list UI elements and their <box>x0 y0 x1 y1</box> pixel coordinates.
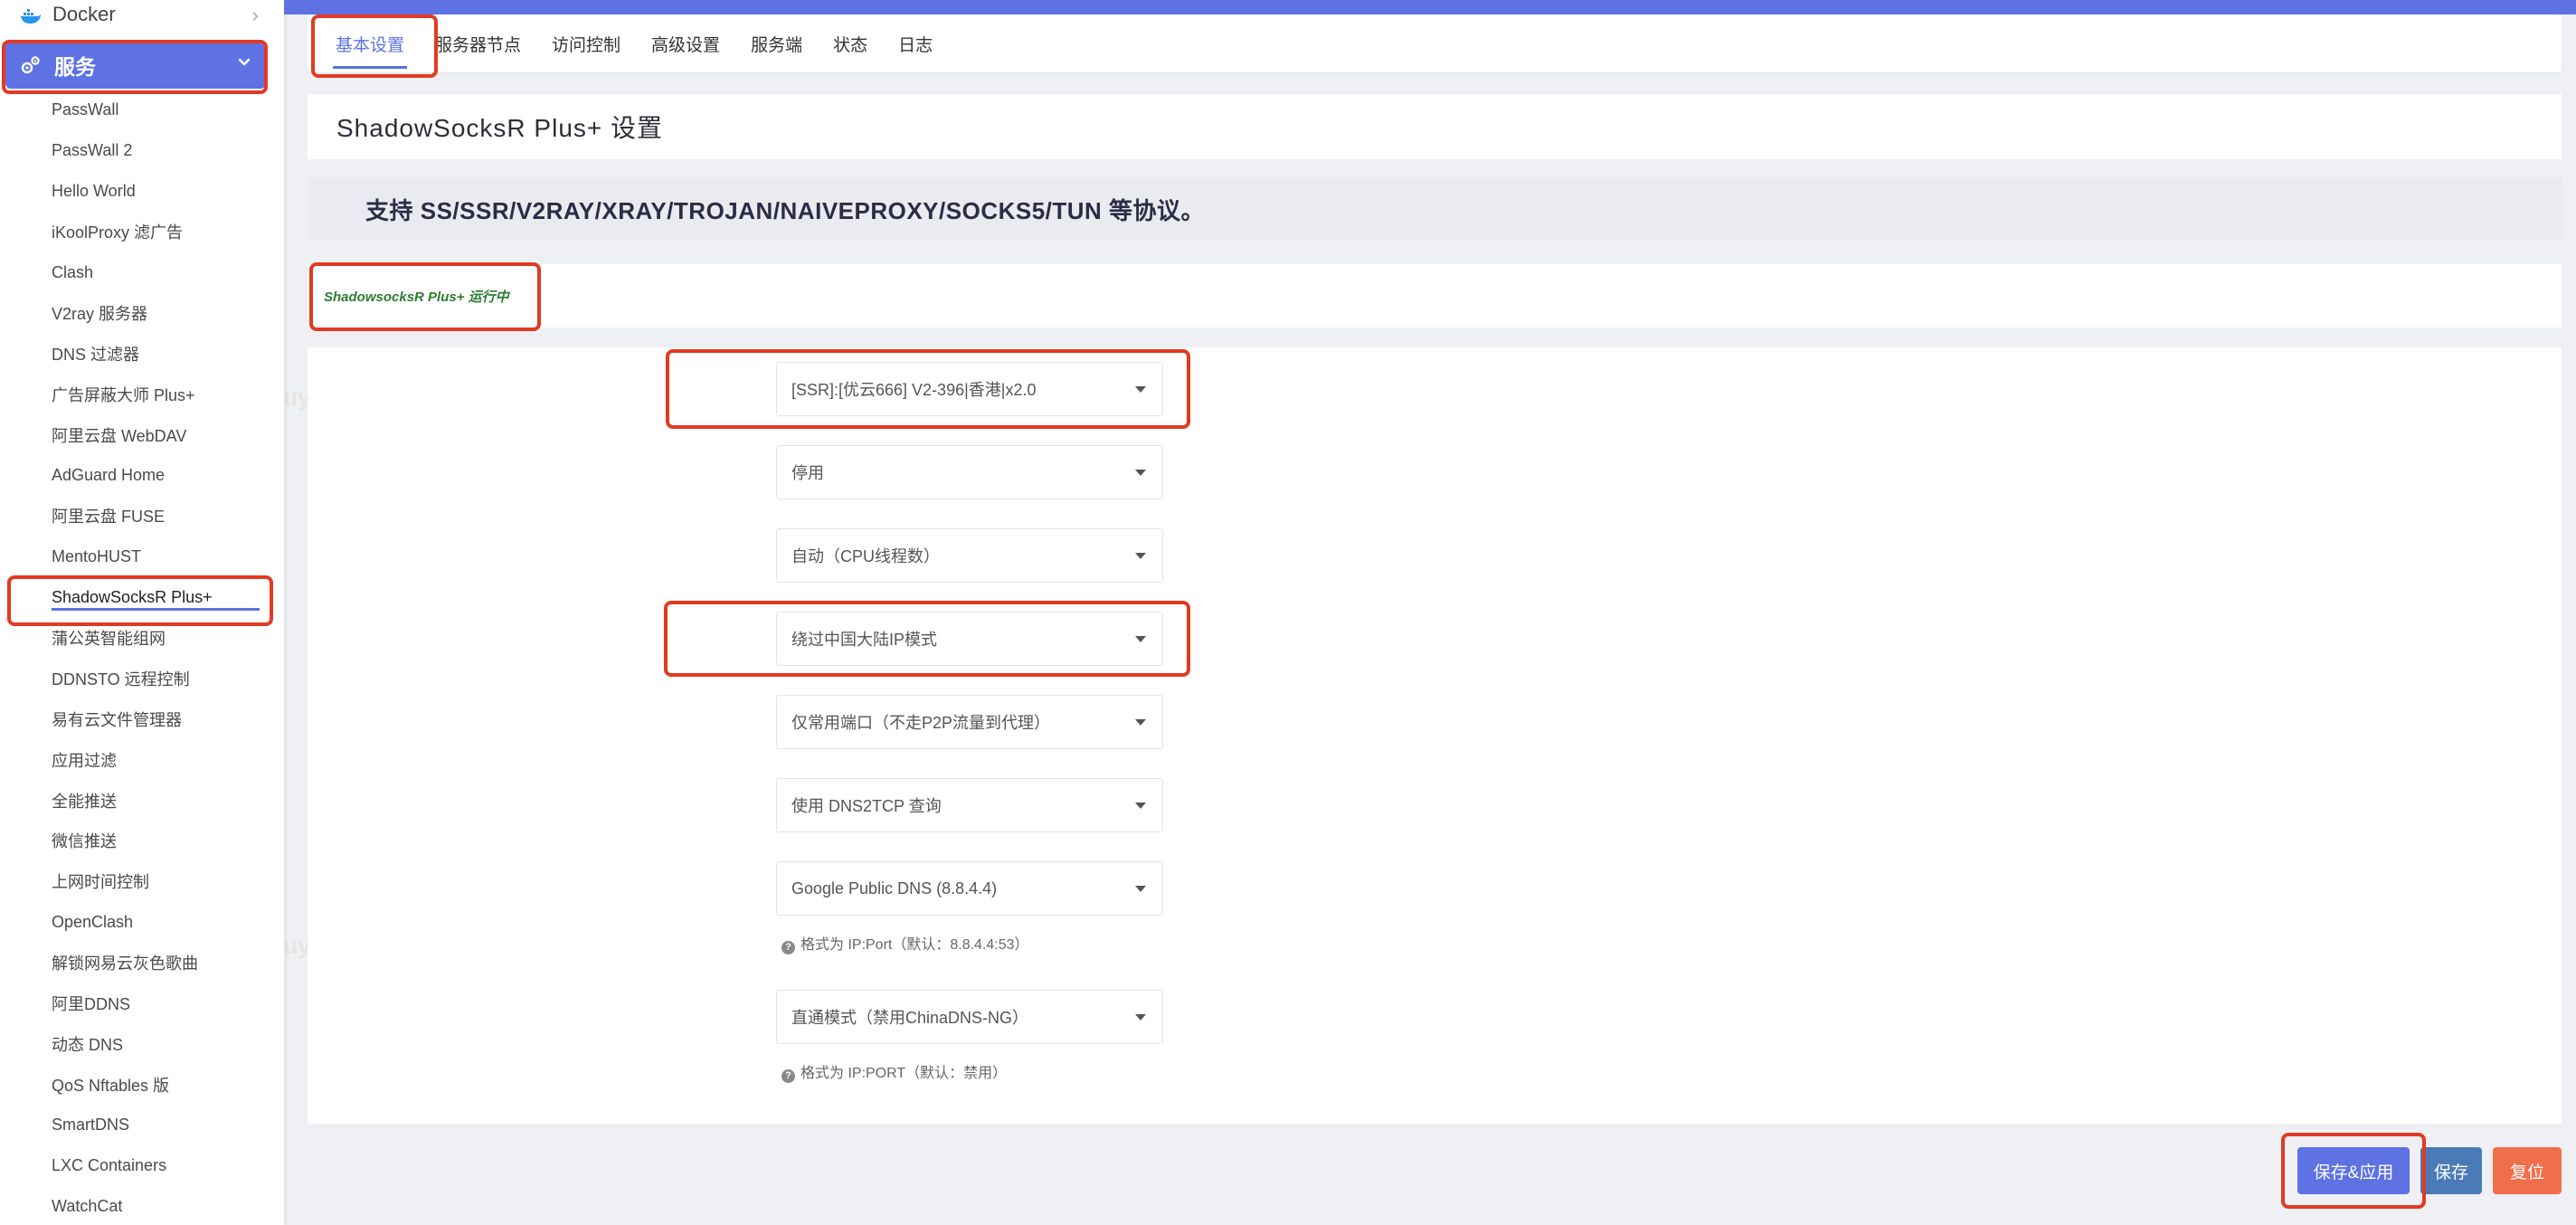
tab-basic-settings[interactable]: 基本设置 <box>320 14 420 72</box>
form-row-udp-relay: 游戏模式UDP中继服务器 停用 <box>308 445 1302 499</box>
sidebar-item-docker[interactable]: Docker › <box>0 0 271 29</box>
sidebar-item-linkease[interactable]: 易有云文件管理器 <box>0 698 284 739</box>
foreign-dns-hint: ? 格式为 IP:Port（默认：8.8.4.4:53） <box>781 932 1029 954</box>
sidebar-item-ddnsto[interactable]: DDNSTO 远程控制 <box>0 658 284 698</box>
sidebar-item-wechat-push[interactable]: 微信推送 <box>0 821 284 861</box>
udp-relay-value: 停用 <box>791 464 824 482</box>
save-apply-button[interactable]: 保存&应用 <box>2297 1147 2410 1194</box>
form-row-proxy-ports: 需要代理的端口 仅常用端口（不走P2P流量到代理） <box>308 695 1302 749</box>
sidebar-item-passwall[interactable]: PassWall <box>0 90 284 130</box>
help-icon: ? <box>781 941 795 954</box>
services-icon <box>20 54 42 76</box>
form-row-main-server: 主服务器 [SSR]:[优云666] V2-396|香港|x2.0 <box>308 362 1302 416</box>
sidebar-item-label: Docker <box>52 3 116 25</box>
sidebar-item-ali-ddns[interactable]: 阿里DDNS <box>0 983 284 1024</box>
main-server-select[interactable]: [SSR]:[优云666] V2-396|香港|x2.0 <box>776 362 1163 416</box>
form-row-foreign-dns: 访问国外域名DNS服务器 Google Public DNS (8.8.4.4) <box>308 861 1302 916</box>
domestic-dns-hint: ? 格式为 IP:PORT（默认：禁用） <box>781 1060 1007 1083</box>
sidebar-item-time-control[interactable]: 上网时间控制 <box>0 861 284 902</box>
domestic-dns-value: 直通模式（禁用ChinaDNS-NG） <box>791 1009 1029 1027</box>
dropdown-caret-icon <box>1135 719 1146 726</box>
run-mode-value: 绕过中国大陆IP模式 <box>791 631 938 649</box>
sidebar-item-lxc-containers[interactable]: LXC Containers <box>0 1145 284 1186</box>
tab-status[interactable]: 状态 <box>818 14 883 72</box>
sidebar-item-dns-filter[interactable]: DNS 过滤器 <box>0 333 284 374</box>
threads-select[interactable]: 自动（CPU线程数） <box>776 528 1163 583</box>
status-row: ShadowsocksR Plus+ 运行中 <box>308 264 2562 328</box>
sidebar-item-app-filter[interactable]: 应用过滤 <box>0 739 284 780</box>
foreign-dns-hint-text: 格式为 IP:Port（默认：8.8.4.4:53） <box>800 937 1029 953</box>
sidebar-item-services[interactable]: 服务 <box>5 42 266 89</box>
running-status: ShadowsocksR Plus+ 运行中 <box>324 289 509 305</box>
sidebar-item-aliyun-webdav[interactable]: 阿里云盘 WebDAV <box>0 414 284 455</box>
sidebar-item-shadowsocksr-plus[interactable]: ShadowSocksR Plus+ <box>0 577 284 618</box>
proxy-ports-select[interactable]: 仅常用端口（不走P2P流量到代理） <box>776 695 1163 749</box>
sidebar-item-watchcat[interactable]: WatchCat <box>0 1186 284 1225</box>
tab-advanced-settings[interactable]: 高级设置 <box>636 14 735 72</box>
run-mode-select[interactable]: 绕过中国大陆IP模式 <box>776 612 1163 666</box>
sidebar-item-adguard-home[interactable]: AdGuard Home <box>0 455 284 496</box>
main-server-value: [SSR]:[优云666] V2-396|香港|x2.0 <box>791 381 1037 399</box>
threads-value: 自动（CPU线程数） <box>791 547 941 565</box>
sidebar-item-hello-world[interactable]: Hello World <box>0 171 284 212</box>
chevron-right-icon: › <box>251 4 259 26</box>
sidebar-item-pgyvpn[interactable]: 蒲公英智能组网 <box>0 618 284 659</box>
sidebar-item-aliyun-fuse[interactable]: 阿里云盘 FUSE <box>0 496 284 537</box>
dropdown-caret-icon <box>1135 1014 1146 1021</box>
domestic-dns-hint-text: 格式为 IP:PORT（默认：禁用） <box>800 1066 1008 1081</box>
sidebar-submenu: PassWall PassWall 2 Hello World iKoolPro… <box>0 90 284 1225</box>
sidebar-item-dynamic-dns[interactable]: 动态 DNS <box>0 1023 284 1064</box>
protocol-banner: 支持 SS/SSR/V2RAY/XRAY/TROJAN/NAIVEPROXY/S… <box>308 177 2562 241</box>
dropdown-caret-icon <box>1135 636 1146 642</box>
dropdown-caret-icon <box>1135 802 1146 809</box>
dns-mode-select[interactable]: 使用 DNS2TCP 查询 <box>776 778 1163 832</box>
dropdown-caret-icon <box>1135 553 1146 559</box>
sidebar-item-qos-nftables[interactable]: QoS Nftables 版 <box>0 1064 284 1105</box>
sidebar-item-openclash[interactable]: OpenClash <box>0 902 284 943</box>
dropdown-caret-icon <box>1135 470 1146 476</box>
foreign-dns-value: Google Public DNS (8.8.4.4) <box>791 878 998 897</box>
sidebar-item-clash[interactable]: Clash <box>0 252 284 293</box>
form-row-threads: 多线程并发转发 自动（CPU线程数） <box>308 528 1302 583</box>
domestic-dns-select[interactable]: 直通模式（禁用ChinaDNS-NG） <box>776 990 1163 1044</box>
sidebar-item-unblock-netease[interactable]: 解锁网易云灰色歌曲 <box>0 943 284 983</box>
sidebar: Docker › 服务 PassWall PassWall 2 Hello Wo… <box>0 0 284 1225</box>
top-header-bar <box>284 0 2576 14</box>
save-button[interactable]: 保存 <box>2420 1147 2482 1194</box>
sidebar-item-push-all[interactable]: 全能推送 <box>0 780 284 821</box>
help-icon: ? <box>781 1069 795 1083</box>
form-row-dns-mode: DNS解析方式 使用 DNS2TCP 查询 <box>308 778 1302 832</box>
tab-server-nodes[interactable]: 服务器节点 <box>420 14 536 72</box>
docker-icon <box>20 6 42 24</box>
sidebar-item-v2ray-server[interactable]: V2ray 服务器 <box>0 292 284 333</box>
sidebar-item-label: 服务 <box>54 55 96 79</box>
chevron-down-icon <box>235 52 253 71</box>
sidebar-item-smartdns[interactable]: SmartDNS <box>0 1105 284 1145</box>
dropdown-caret-icon <box>1135 386 1146 393</box>
foreign-dns-select[interactable]: Google Public DNS (8.8.4.4) <box>776 861 1163 916</box>
sidebar-item-adblock-plus[interactable]: 广告屏蔽大师 Plus+ <box>0 374 284 414</box>
proxy-ports-value: 仅常用端口（不走P2P流量到代理） <box>791 714 1051 732</box>
dns-mode-value: 使用 DNS2TCP 查询 <box>791 797 942 815</box>
sidebar-item-passwall2[interactable]: PassWall 2 <box>0 130 284 171</box>
udp-relay-select[interactable]: 停用 <box>776 445 1163 499</box>
tab-server-side[interactable]: 服务端 <box>735 14 818 72</box>
sidebar-item-ikoolproxy[interactable]: iKoolProxy 滤广告 <box>0 212 284 252</box>
tab-access-control[interactable]: 访问控制 <box>536 14 636 72</box>
dropdown-caret-icon <box>1135 886 1146 892</box>
reset-button[interactable]: 复位 <box>2493 1147 2562 1194</box>
tab-bar: 基本设置 服务器节点 访问控制 高级设置 服务端 状态 日志 <box>308 14 2562 72</box>
settings-form: 主服务器 [SSR]:[优云666] V2-396|香港|x2.0 游戏模式UD… <box>308 347 2562 1124</box>
form-row-run-mode: 运行模式 绕过中国大陆IP模式 <box>308 612 1302 666</box>
sidebar-item-mentohust[interactable]: MentoHUST <box>0 537 284 577</box>
form-row-domestic-dns: 国内 DNS 服务器 直通模式（禁用ChinaDNS-NG） <box>308 990 1302 1044</box>
page-title: ShadowSocksR Plus+ 设置 <box>308 94 2562 159</box>
tab-log[interactable]: 日志 <box>883 14 948 72</box>
